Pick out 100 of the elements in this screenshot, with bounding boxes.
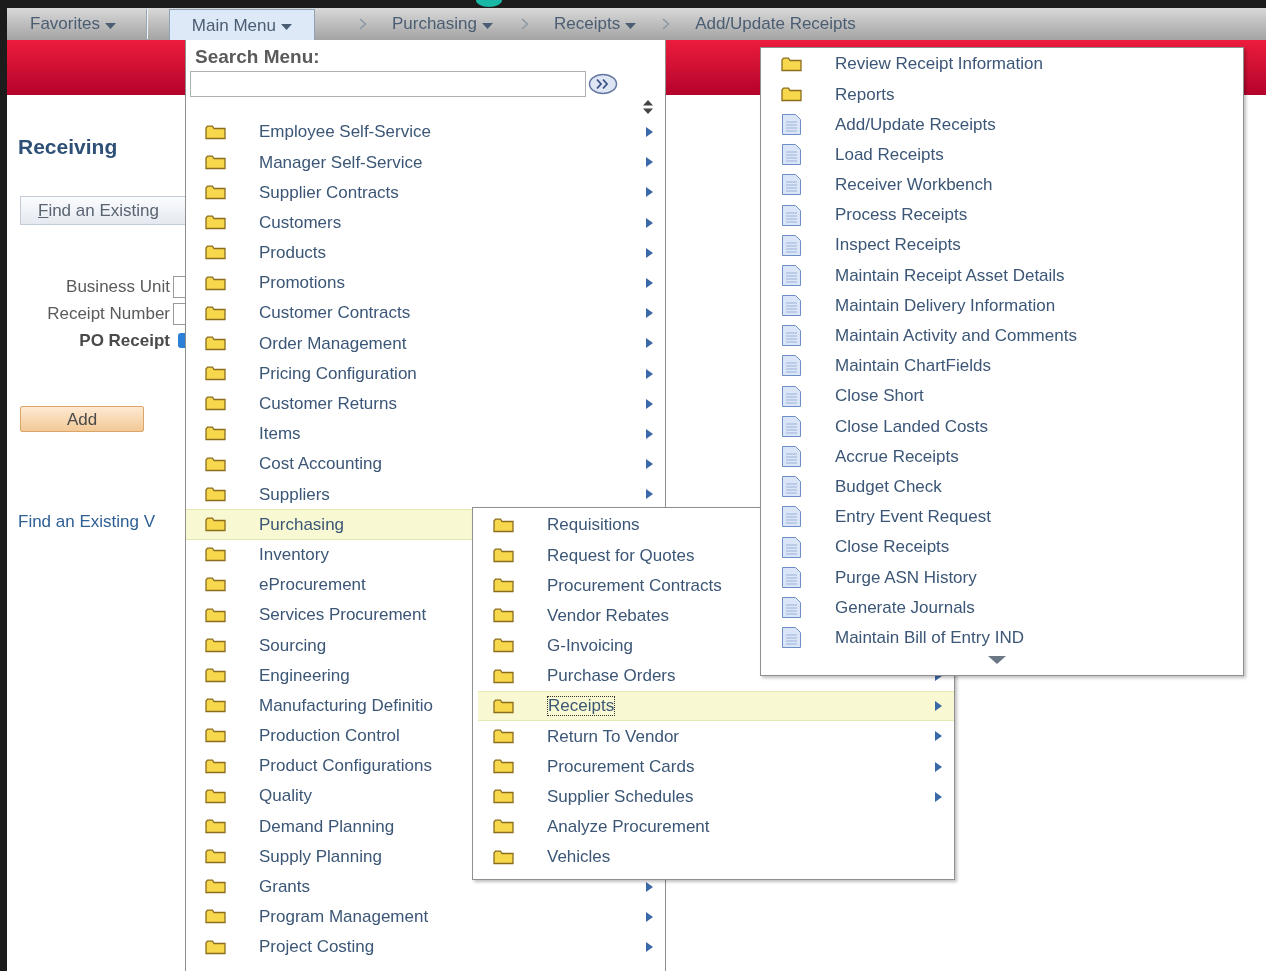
breadcrumb-link[interactable]: Purchasing [391,11,493,37]
field-label: PO Receipt [78,329,170,352]
document-icon [781,384,802,408]
menu-item[interactable]: Maintain Delivery Information [761,290,1243,321]
menu-item[interactable]: Program Management [186,901,665,933]
document-icon [781,143,802,167]
scroll-down-icon[interactable] [988,655,1006,664]
folder-icon [493,608,514,624]
document-icon [781,626,802,650]
menu-item[interactable]: Accrue Receipts [761,441,1243,472]
folder-icon [205,879,226,895]
arrow-icon [935,701,942,712]
document-icon [781,233,802,257]
chevron-icon [521,18,529,30]
field-label: Receipt Number [46,302,170,325]
menu-item[interactable]: Customer Returns [186,388,665,419]
go-button-icon[interactable] [588,73,618,95]
menu-item[interactable]: Maintain ChartFields [761,350,1243,382]
menu-item[interactable]: Employee Self-Service [186,117,665,148]
folder-icon [205,305,226,321]
breadcrumb-link[interactable]: Add/Update Receipts [695,11,856,37]
document-icon [781,595,802,619]
menu-item[interactable]: Manager Self-Service [186,147,665,178]
menu-item[interactable]: Review Receipt Information [761,49,1243,80]
menu-item[interactable]: Inspect Receipts [761,230,1243,261]
favorites-menu[interactable]: Favorites [30,11,116,37]
menu-item[interactable]: Reports [761,79,1243,110]
arrow-icon [646,942,653,953]
arrow-icon [646,308,653,319]
arrow-icon [646,881,653,892]
find-existing-link[interactable]: Find an Existing V [18,509,155,535]
folder-icon [493,698,514,714]
document-icon [781,535,802,559]
document-icon [781,354,802,378]
menu-item[interactable]: Products [186,237,665,268]
menu-item[interactable]: Pricing Configuration [186,358,665,389]
folder-icon [205,637,226,653]
arrow-icon [646,489,653,500]
document-icon [781,324,802,348]
menu-item[interactable]: Return To Vendor [478,721,954,752]
menu-item[interactable]: Add/Update Receipts [761,109,1243,140]
folder-icon [205,275,226,291]
arrow-icon [935,761,942,772]
menu-item[interactable]: Close Landed Costs [761,411,1243,442]
arrow-icon [646,428,653,439]
folder-icon [205,939,226,955]
main-menu-tab[interactable]: Main Menu [168,9,315,41]
arrow-icon [646,127,653,138]
menu-item[interactable]: Items [186,418,665,450]
menu-item[interactable]: Receiver Workbench [761,169,1243,200]
breadcrumb-link[interactable]: Receipts [554,11,637,37]
sort-icon[interactable] [643,100,653,114]
menu-item[interactable]: Close Receipts [761,532,1243,563]
chevron-icon [358,18,367,30]
menu-item[interactable]: Vehicles [478,842,954,873]
folder-icon [205,849,226,865]
menu-item[interactable]: Promotions [186,267,665,299]
arrow-icon [935,731,942,742]
folder-icon [205,577,226,593]
menu-item[interactable]: Cost Accounting [186,449,665,480]
menu-item[interactable]: Analyze Procurement [478,811,954,843]
menu-item[interactable]: Maintain Activity and Comments [761,320,1243,351]
menu-item[interactable]: Customer Contracts [186,298,665,329]
arrow-icon [646,911,653,922]
menu-item[interactable]: Generate Journals [761,592,1243,623]
menu-item[interactable]: Process Receipts [761,199,1243,231]
menu-item[interactable]: Maintain Bill of Entry IND [761,622,1243,653]
add-button[interactable]: Add [20,406,144,432]
menu-item[interactable]: Close Short [761,381,1243,412]
folder-icon [205,667,226,683]
folder-icon [205,215,226,231]
folder-icon [205,245,226,261]
menu-item[interactable]: Project Costing [186,932,665,963]
menu-item[interactable]: Procurement Cards [478,751,954,782]
folder-icon [493,517,514,533]
menu-item[interactable]: Budget Check [761,471,1243,502]
menu-item[interactable]: Suppliers [186,479,665,510]
folder-icon [205,698,226,714]
document-icon [781,112,802,136]
arrow-icon [646,157,653,168]
folder-icon [205,728,226,744]
menu-item[interactable]: Load Receipts [761,139,1243,170]
menu-item[interactable]: Order Management [186,328,665,359]
menu-item[interactable]: Receipts [478,691,954,722]
arrow-icon [646,398,653,409]
menu-item[interactable]: Maintain Receipt Asset Details [761,260,1243,291]
arrow-icon [935,791,942,802]
document-icon [781,445,802,469]
menu-item[interactable]: Purge ASN History [761,562,1243,593]
search-field[interactable] [190,71,586,97]
document-icon [781,565,802,589]
menu-item[interactable]: Supplier Schedules [478,781,954,812]
menu-item[interactable]: Grants [186,871,665,902]
arrow-icon [646,278,653,289]
folder-icon [205,486,226,502]
document-icon [781,203,802,227]
folder-icon [493,577,514,593]
menu-item[interactable]: Entry Event Request [761,501,1243,532]
search-label: Search Menu: [195,46,321,68]
folder-icon [205,547,226,563]
